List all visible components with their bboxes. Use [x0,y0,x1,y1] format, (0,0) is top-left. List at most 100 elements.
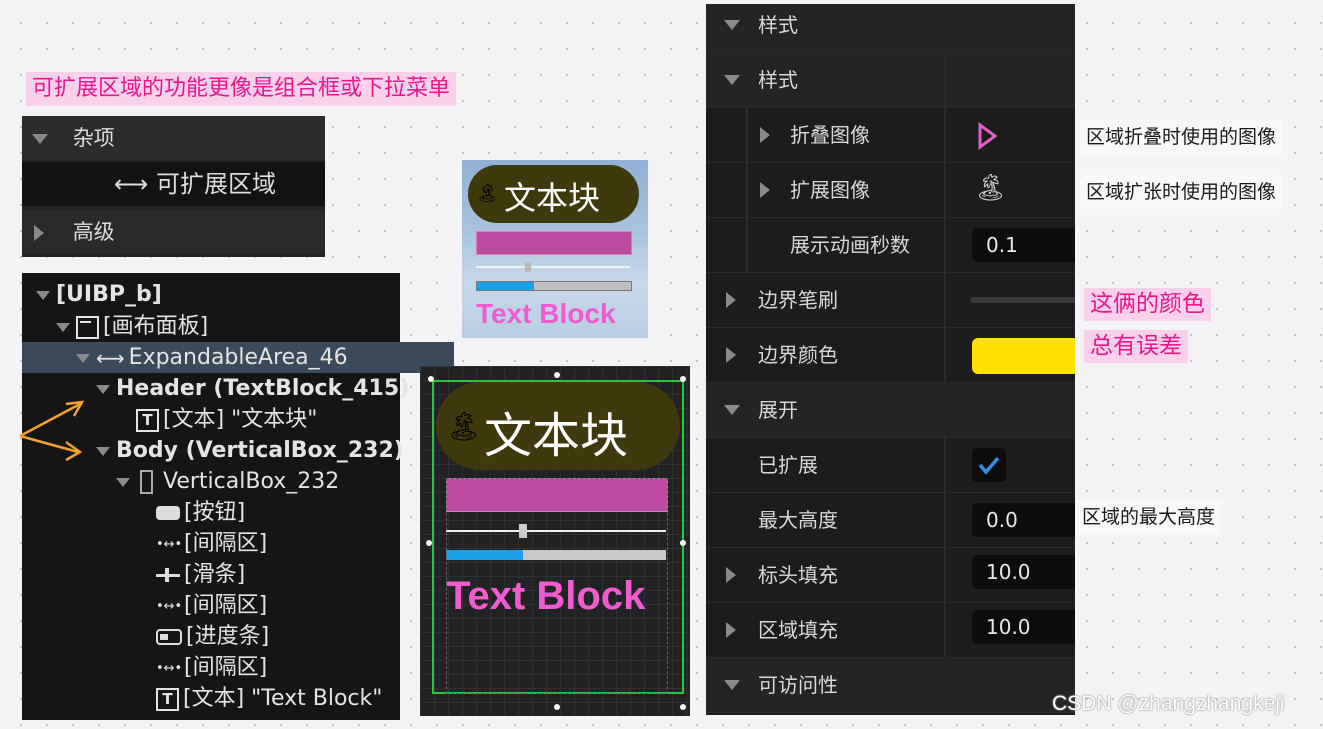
value-cell [944,328,1075,382]
section-style-inner[interactable]: 样式 [706,53,1075,108]
canvas-slider-thumb[interactable] [519,524,527,538]
area-padding-input[interactable]: 10.0 [972,610,1075,644]
section-accessibility[interactable]: 可访问性 [706,658,1075,713]
palm-tree-icon: 🏝 [446,410,482,443]
value-cell: 10.0 [944,603,1075,657]
value-cell: 0.1 [944,218,1075,272]
tree-item-label: Header (TextBlock_415) [116,376,410,401]
vertical-box-icon [140,470,153,494]
resize-handle[interactable] [680,540,686,546]
preview-slider-thumb[interactable] [525,262,531,272]
row-header-padding[interactable]: 标头填充 10.0 [706,548,1075,603]
resize-handle[interactable] [680,376,686,382]
expandable-area-item[interactable]: ⟷ 可扩展区域 [22,162,325,206]
misc-section-label: 杂项 [72,126,115,150]
section-label: 可访问性 [758,673,838,697]
note-expandable-area: 可扩展区域的功能更像是组合框或下拉菜单 [26,72,457,106]
tree-item-label: [按钮] [184,500,246,525]
collapse-arrow-icon [724,20,740,30]
play-outline-icon[interactable] [976,122,998,150]
section-expansion[interactable]: 展开 [706,383,1075,438]
preview-progress-bar [476,281,632,291]
max-height-input[interactable]: 0.0 [972,503,1075,537]
tree-item-canvas-panel[interactable]: [画布面板] [22,311,434,342]
canvas-panel-icon [76,315,99,339]
row-max-height: 最大高度 0.0 [706,493,1075,548]
note-expand-image: 区域扩张时使用的图像 [1080,175,1283,209]
expanded-checkbox[interactable] [972,448,1006,482]
collapse-arrow-icon [76,353,90,363]
row-collapsed-image[interactable]: 折叠图像 [706,108,1075,163]
double-arrow-icon: ⟷ [96,345,125,370]
collapse-arrow-icon [724,680,740,690]
palm-tree-icon[interactable]: 🏝 [974,173,1007,203]
property-label: 折叠图像 [790,123,870,147]
advanced-section-label: 高级 [72,220,115,244]
canvas-button[interactable] [446,478,668,512]
resize-handle[interactable] [426,540,432,546]
property-label: 已扩展 [758,453,818,477]
resize-handle[interactable] [428,376,434,382]
checkmark-icon [978,456,1000,475]
palm-tree-icon: 🏝 [476,183,499,204]
tree-item-label: VerticalBox_232 [163,469,340,494]
preview-button[interactable] [476,231,632,255]
canvas-slider-track[interactable] [446,530,666,532]
section-label: 样式 [758,68,798,92]
widget-hierarchy-panel: [UIBP_b] [画布面板] ⟷ ExpandableArea_46 Heade… [22,273,454,720]
preview-body-text: Text Block [476,298,616,329]
resize-handle[interactable] [554,704,560,710]
tree-item-label: [间隔区] [184,531,268,556]
row-expanded-image[interactable]: 扩展图像 🏝 [706,163,1075,218]
text-widget-icon: T [136,408,159,432]
canvas-header: 🏝 文本块 [436,382,680,470]
watermark: CSDN @zhangzhangkeji [1052,692,1285,715]
row-border-color[interactable]: 边界颜色 [706,328,1075,383]
tree-item-root[interactable]: [UIBP_b] [22,279,414,310]
section-label: 展开 [758,398,798,422]
button-icon [156,506,180,520]
section-style-outer[interactable]: 样式 [706,4,1075,53]
expand-arrow-icon [726,622,736,638]
canvas-body-text: Text Block [446,574,646,618]
row-border-brush[interactable]: 边界笔刷 [706,273,1075,328]
tree-item-label: [间隔区] [184,593,268,618]
progress-bar-icon [156,629,182,645]
details-panel: 样式 样式 折叠图像 扩展图像 🏝 展示动画秒数 0.1 边界笔刷 边界颜色 展… [706,4,1075,715]
value-cell: 10.0 [944,548,1075,602]
border-brush-swatch[interactable] [970,297,1075,303]
border-color-swatch[interactable] [972,338,1075,374]
details-misc-panel: 杂项 ⟷ 可扩展区域 高级 [22,116,325,257]
collapse-arrow-icon [32,134,48,144]
tree-item-label: [滑条] [184,562,246,587]
tree-item-label: [间隔区] [184,655,268,680]
expand-arrow-icon [34,225,44,241]
advanced-section-header[interactable]: 高级 [22,210,325,254]
resize-handle[interactable] [680,704,686,710]
value-cell: 🏝 [944,163,1075,217]
preview-slider-track[interactable] [476,266,630,268]
value-cell [944,273,1075,327]
header-padding-input[interactable]: 10.0 [972,555,1075,589]
tree-item-label: [UIBP_b] [56,282,162,307]
preview-progress-fill [477,282,534,290]
canvas-progress-bar [446,550,666,560]
row-area-padding[interactable]: 区域填充 10.0 [706,603,1075,658]
animation-seconds-input[interactable]: 0.1 [972,228,1075,262]
expand-arrow-icon [726,567,736,583]
property-label: 扩展图像 [790,178,870,202]
value-cell: 0.0 [944,493,1075,547]
note-max-height: 区域的最大高度 [1076,500,1222,534]
property-label: 最大高度 [758,508,838,532]
property-label: 边界颜色 [758,343,838,367]
value-cell [944,53,1075,107]
collapse-arrow-icon [724,75,740,85]
collapse-arrow-icon [36,290,50,300]
spacer-icon: •↔• [156,598,183,614]
tree-item-label: ExpandableArea_46 [128,345,348,370]
canvas-header-text: 文本块 [484,408,629,464]
tree-item-expandable-area[interactable]: ⟷ ExpandableArea_46 [22,342,454,373]
misc-section-header[interactable]: 杂项 [22,116,325,160]
resize-handle[interactable] [554,372,560,378]
value-cell [944,438,1075,492]
